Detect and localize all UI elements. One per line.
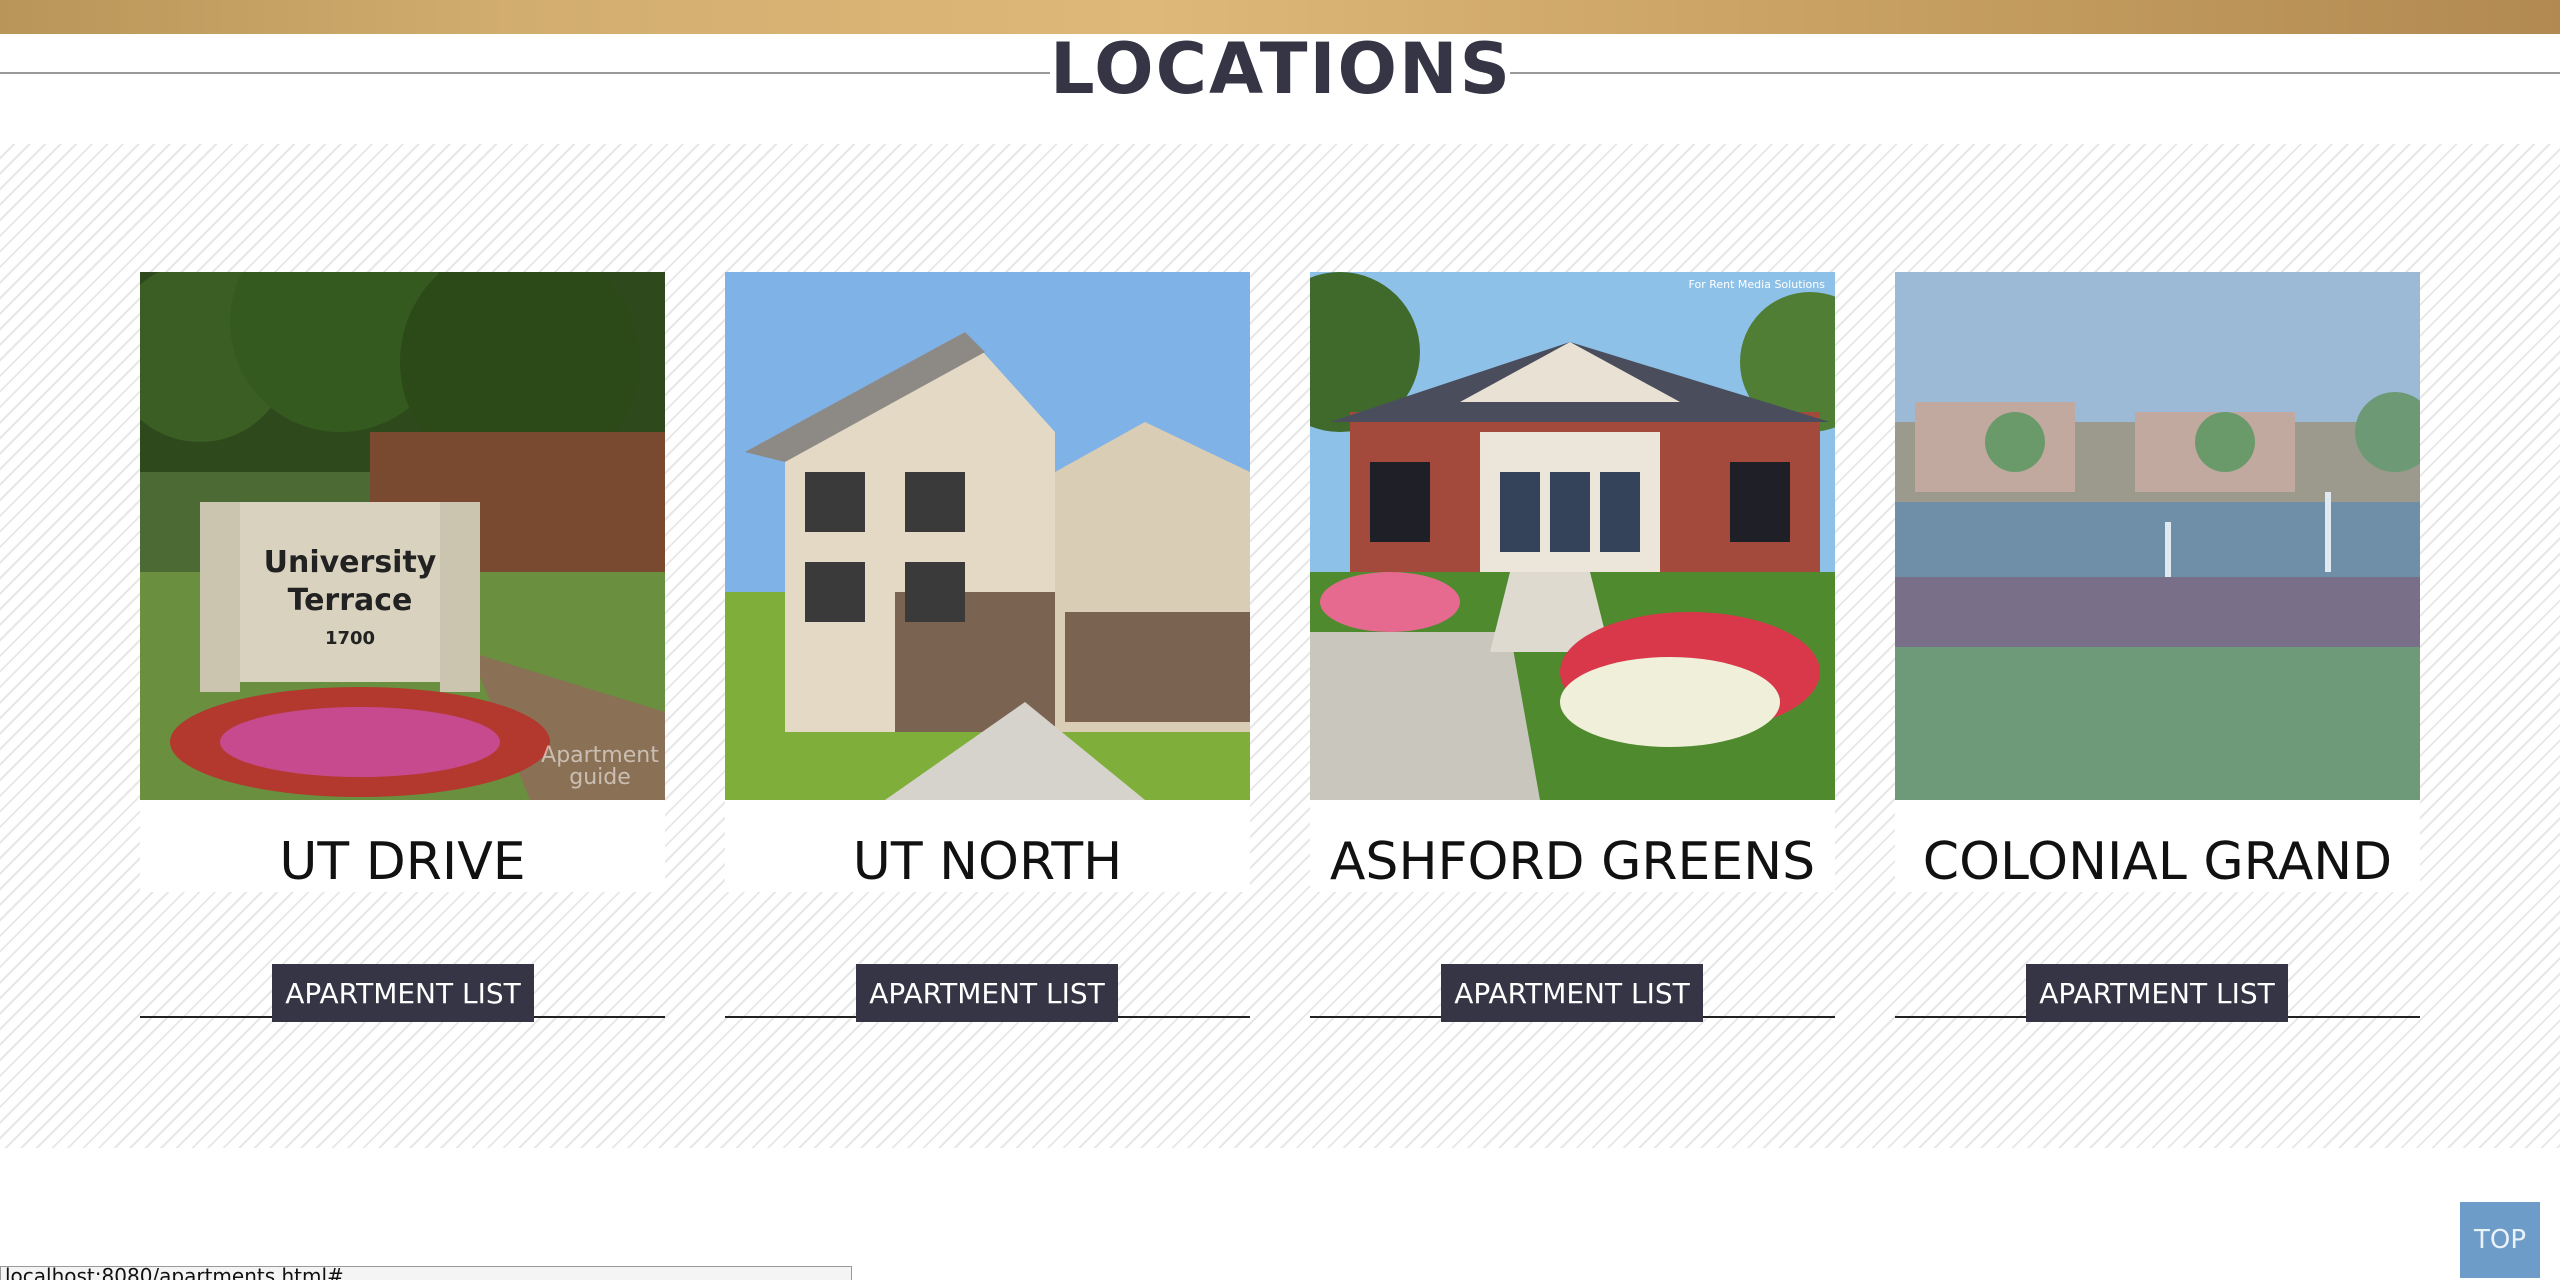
page-title: LOCATIONS — [1050, 28, 1513, 110]
sign-number: 1700 — [325, 628, 375, 649]
watermark-line2: guide — [569, 765, 631, 790]
apartment-list-button-ut-drive[interactable]: APARTMENT LIST — [272, 964, 534, 1022]
location-image-colonial-grand[interactable] — [1895, 272, 2420, 800]
location-card-colonial-grand: COLONIAL GRAND — [1895, 272, 2420, 892]
location-image-ashford-greens[interactable]: For Rent Media Solutions — [1310, 272, 1835, 800]
apartment-list-button-ut-north[interactable]: APARTMENT LIST — [856, 964, 1118, 1022]
watermark: For Rent Media Solutions — [1689, 278, 1826, 291]
locations-section: University Terrace 1700 Apartment guide … — [0, 144, 2560, 1148]
location-image-ut-north[interactable] — [725, 272, 1250, 800]
back-to-top-button[interactable]: TOP — [2460, 1202, 2540, 1278]
location-card-ashford-greens: For Rent Media Solutions ASHFORD GREENS — [1310, 272, 1835, 892]
location-card-ut-north: UT NORTH — [725, 272, 1250, 892]
section-heading: LOCATIONS — [0, 28, 2560, 144]
apartment-list-button-ashford-greens[interactable]: APARTMENT LIST — [1441, 964, 1703, 1022]
heading-divider-right — [1510, 72, 2560, 74]
apartment-list-button-colonial-grand[interactable]: APARTMENT LIST — [2026, 964, 2288, 1022]
location-title: COLONIAL GRAND — [1922, 832, 2393, 892]
location-image-ut-drive[interactable]: University Terrace 1700 Apartment guide — [140, 272, 665, 800]
location-title: ASHFORD GREENS — [1329, 832, 1816, 892]
sign-text-line1: University — [264, 545, 437, 580]
location-title: UT DRIVE — [279, 832, 526, 892]
heading-divider-left — [0, 72, 1050, 74]
location-title: UT NORTH — [852, 832, 1123, 892]
location-card-ut-drive: University Terrace 1700 Apartment guide … — [140, 272, 665, 892]
sign-text-line2: Terrace — [288, 583, 413, 618]
